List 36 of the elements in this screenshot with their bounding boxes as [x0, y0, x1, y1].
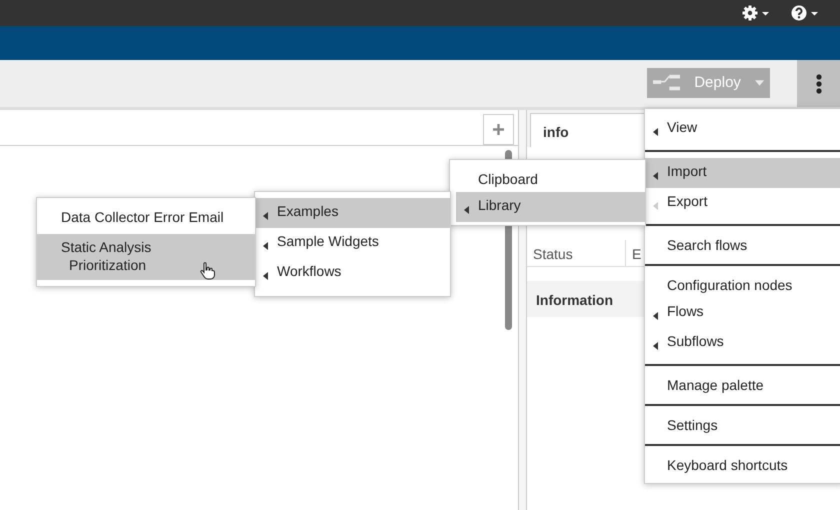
- submenu-arrow-icon: [263, 212, 268, 220]
- submenu-arrow-icon: [653, 202, 658, 210]
- hand-cursor-icon: [200, 262, 216, 280]
- menu-item[interactable]: Static Analysis Prioritization: [37, 234, 255, 280]
- property-value: E: [631, 245, 642, 264]
- menu-item[interactable]: Library: [456, 192, 645, 222]
- caret-icon: [754, 80, 764, 86]
- submenu-arrow-icon: [263, 272, 268, 280]
- property-label: Status: [527, 240, 626, 266]
- menu-item[interactable]: Subflows: [645, 328, 840, 358]
- settings-icon[interactable]: [742, 5, 770, 21]
- add-tab-button[interactable]: [483, 114, 514, 145]
- menu-item[interactable]: View: [645, 114, 840, 144]
- flow-icon: [653, 74, 680, 92]
- menu-item[interactable]: Clipboard: [456, 166, 645, 192]
- submenu-arrow-icon: [653, 342, 658, 350]
- help-icon[interactable]: [791, 5, 819, 21]
- menu-item[interactable]: Keyboard shortcuts: [645, 452, 840, 478]
- menu-item[interactable]: Sample Widgets: [255, 228, 450, 258]
- menu-item[interactable]: Manage palette: [645, 372, 840, 398]
- submenu-arrow-icon: [653, 172, 658, 180]
- menu-item[interactable]: Data Collector Error Email: [37, 204, 255, 234]
- menu-button[interactable]: [797, 60, 840, 107]
- info-tab[interactable]: info: [530, 113, 646, 147]
- menu-item[interactable]: Workflows: [255, 258, 450, 288]
- submenu-arrow-icon: [464, 206, 469, 214]
- menu-item[interactable]: Settings: [645, 412, 840, 438]
- menu-icon: [816, 74, 822, 94]
- submenu-arrow-icon: [653, 128, 658, 136]
- menu-item[interactable]: Import: [645, 158, 840, 188]
- submenu-arrow-icon: [653, 312, 658, 320]
- menu-item[interactable]: Export: [645, 188, 840, 218]
- plus-icon: [493, 124, 504, 135]
- submenu-arrow-icon: [263, 242, 268, 250]
- menu-item[interactable]: Examples: [255, 198, 450, 228]
- menu-item[interactable]: Search flows: [645, 232, 840, 258]
